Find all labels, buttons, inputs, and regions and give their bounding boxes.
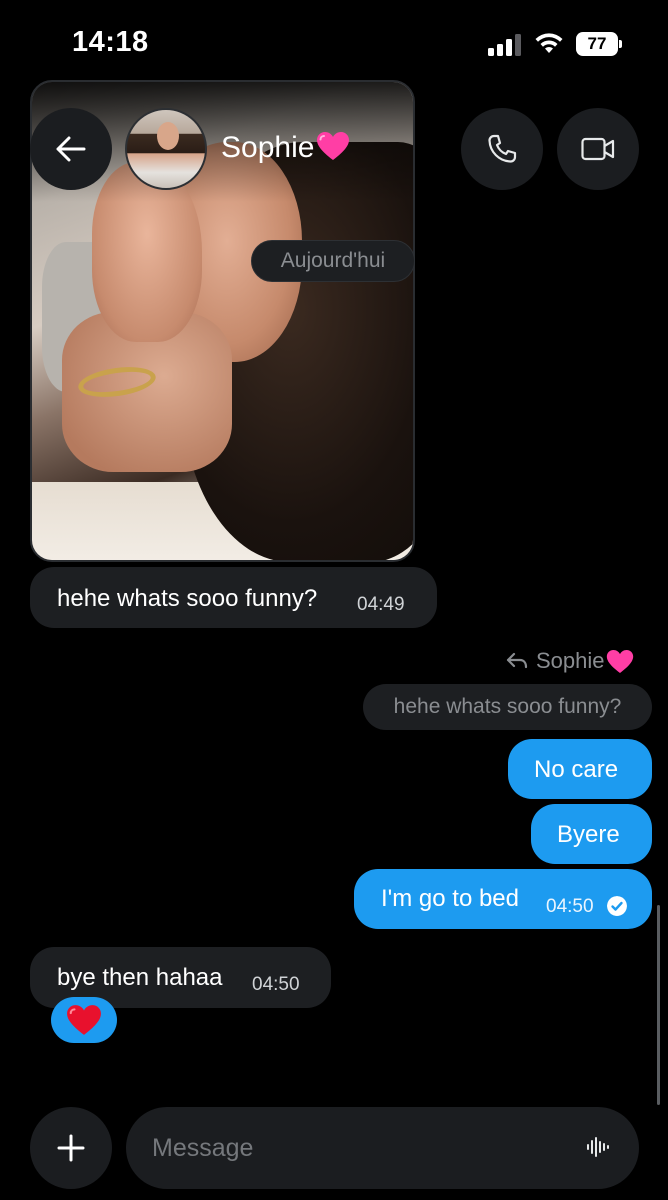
back-button[interactable] (30, 108, 112, 190)
message-text: I'm go to bed (381, 885, 519, 912)
contact-name-text: Sophie (221, 131, 315, 164)
check-circle-icon (607, 896, 627, 916)
message-text: Byere (557, 821, 620, 848)
wifi-icon (535, 33, 563, 53)
message-time: 04:49 (357, 594, 405, 615)
battery-icon: 77 (576, 32, 622, 56)
status-bar: 14:18 77 (0, 0, 668, 90)
message-input[interactable] (126, 1107, 639, 1189)
date-separator: Aujourd'hui (251, 240, 415, 282)
plus-icon (57, 1134, 85, 1162)
quoted-message[interactable]: hehe whats sooo funny? (363, 684, 652, 730)
contact-name[interactable]: Sophie (221, 131, 350, 165)
signal-icon (488, 34, 521, 56)
add-attachment-button[interactable] (30, 1107, 112, 1189)
battery-level: 77 (587, 34, 607, 53)
incoming-message[interactable]: hehe whats sooo funny? 04:49 (30, 567, 437, 628)
reply-label: Sophie (506, 648, 634, 674)
message-time: 04:50 (546, 896, 594, 917)
video-camera-icon (581, 137, 615, 161)
arrow-left-icon (56, 136, 86, 162)
message-reaction[interactable] (51, 997, 117, 1043)
avatar[interactable] (125, 108, 207, 190)
outgoing-message[interactable]: I'm go to bed 04:50 (354, 869, 652, 929)
outgoing-message[interactable]: Byere (531, 804, 652, 864)
voice-waveform-icon[interactable] (586, 1135, 610, 1159)
red-heart-icon (67, 1005, 101, 1035)
message-text: No care (534, 756, 619, 783)
reply-icon (506, 652, 528, 669)
video-call-button[interactable] (557, 108, 639, 190)
message-time: 04:50 (252, 974, 300, 995)
reply-to-name: Sophie (536, 648, 605, 673)
pink-heart-icon (317, 132, 350, 160)
phone-icon (488, 134, 517, 163)
scrollbar[interactable] (657, 905, 660, 1105)
call-button[interactable] (461, 108, 543, 190)
message-text: hehe whats sooo funny? (57, 585, 318, 612)
status-time: 14:18 (72, 26, 149, 58)
outgoing-message[interactable]: No care (508, 739, 652, 799)
message-text: bye then hahaa (57, 964, 223, 991)
pink-heart-icon (606, 649, 633, 673)
